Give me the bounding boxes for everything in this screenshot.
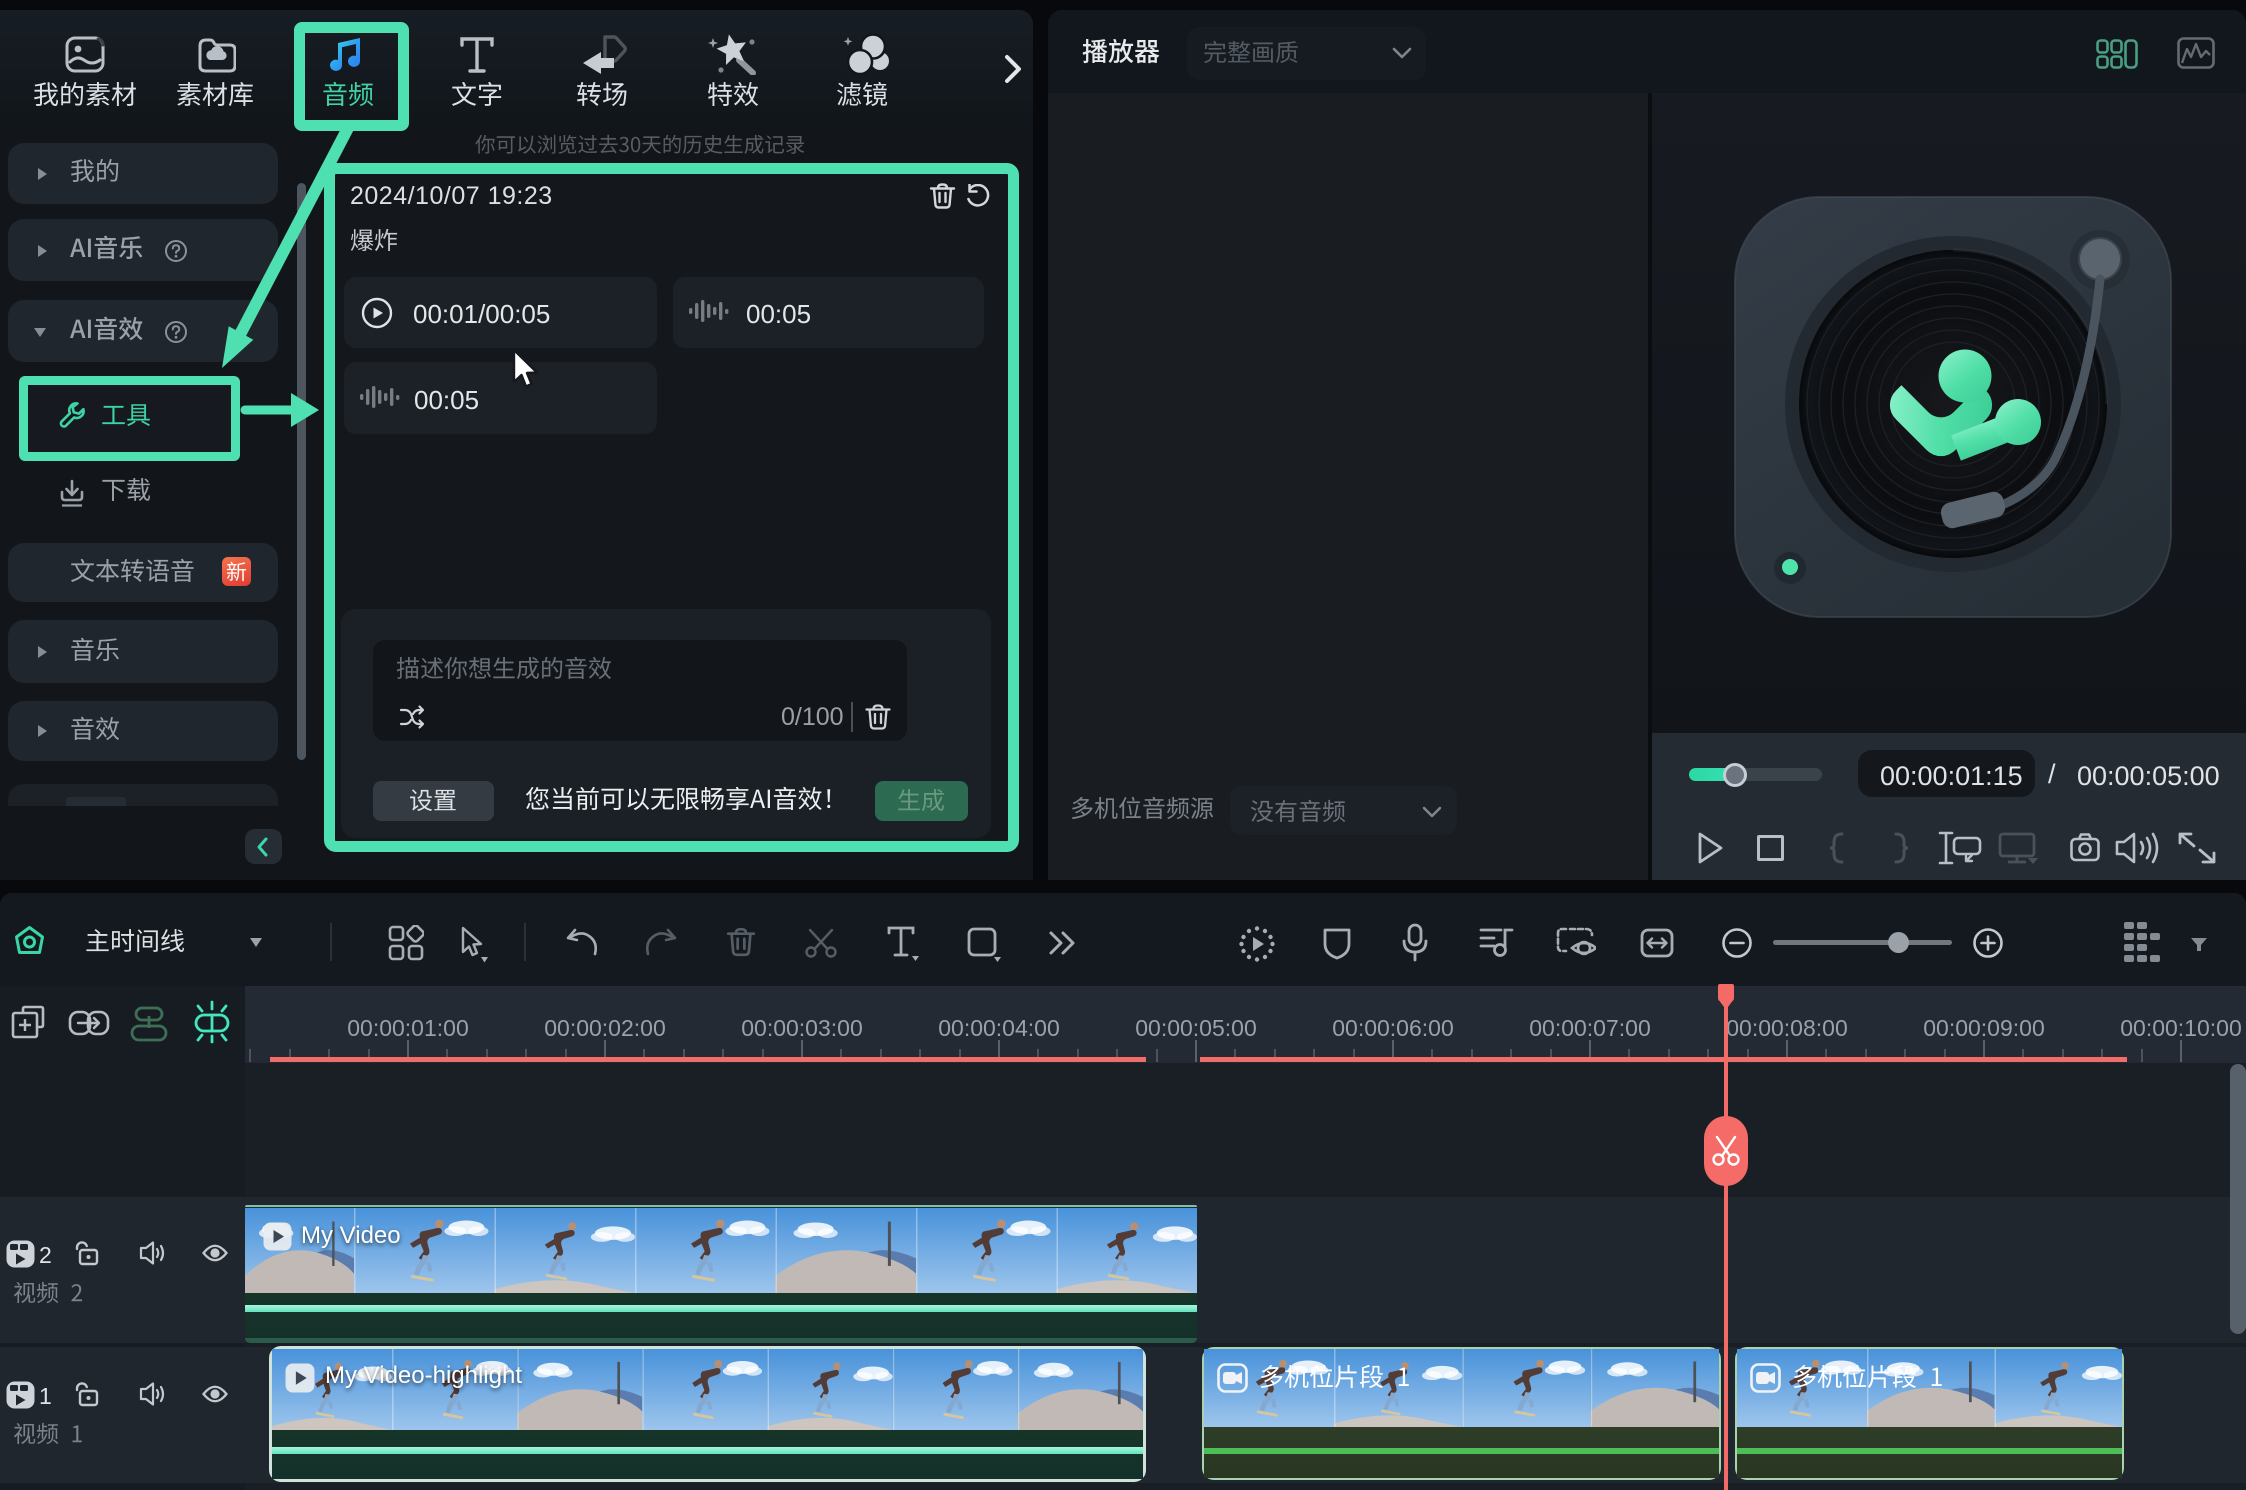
svg-text:00:00:06:00: 00:00:06:00 xyxy=(1332,1015,1454,1041)
svg-text:00:00:08:00: 00:00:08:00 xyxy=(1726,1015,1848,1041)
svg-text:00:00:09:00: 00:00:09:00 xyxy=(1923,1015,2045,1041)
svg-text:00:00:03:00: 00:00:03:00 xyxy=(741,1015,863,1041)
svg-text:00:00:01:00: 00:00:01:00 xyxy=(347,1015,469,1041)
svg-text:00:00:05:00: 00:00:05:00 xyxy=(1135,1015,1257,1041)
svg-text:00:00:02:00: 00:00:02:00 xyxy=(544,1015,666,1041)
svg-text:00:00:04:00: 00:00:04:00 xyxy=(938,1015,1060,1041)
svg-text:00:00:10:00: 00:00:10:00 xyxy=(2120,1015,2242,1041)
svg-text:00:00:07:00: 00:00:07:00 xyxy=(1529,1015,1651,1041)
